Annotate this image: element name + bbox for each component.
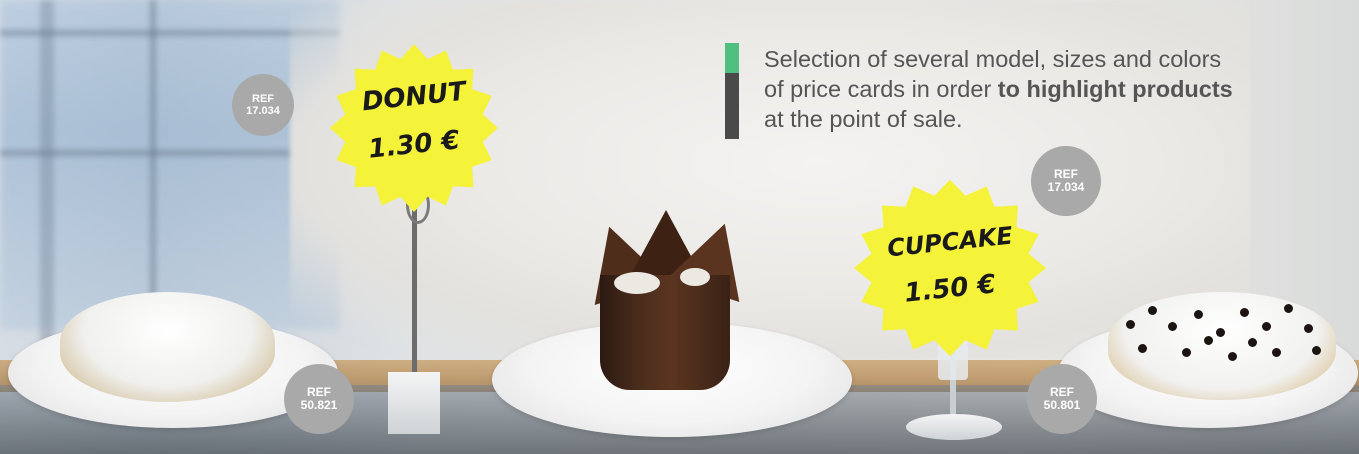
headline-line-3: at the point of sale. — [764, 106, 963, 132]
donut-plain — [60, 292, 275, 402]
ref-badge-code: 17.034 — [1047, 180, 1085, 194]
ref-badge: REF 50.821 — [284, 364, 354, 434]
headline-text: Selection of several model, sizes and co… — [764, 44, 1304, 134]
window-frame — [40, 0, 54, 360]
headline-line-2-text: of price cards in order — [764, 76, 998, 102]
cupcake — [600, 275, 730, 390]
product-banner: DONUT 1.30 € CUPCAKE 1.50 € REF 17.034 R… — [0, 0, 1359, 454]
donut-chocolate — [1108, 292, 1336, 400]
window-frame — [150, 0, 156, 330]
ref-badge-label: REF — [252, 93, 274, 105]
cupcake-cream — [680, 268, 710, 286]
ref-badge: REF 50.801 — [1027, 364, 1097, 434]
headline-line-1: Selection of several model, sizes and co… — [764, 46, 1222, 72]
card-holder-base — [906, 414, 1002, 440]
clip-stand-rod — [412, 200, 417, 378]
ref-badge-code: 50.821 — [300, 398, 338, 412]
price-card-cupcake: CUPCAKE 1.50 € — [852, 178, 1048, 358]
accent-bar — [725, 43, 739, 139]
headline-line-2: of price cards in order to highlight pro… — [764, 74, 1304, 104]
ref-badge: REF 17.034 — [1031, 146, 1101, 216]
accent-bar-gray — [725, 73, 739, 139]
ref-badge-code: 50.801 — [1043, 398, 1081, 412]
ref-badge-code: 17.034 — [246, 105, 280, 117]
accent-bar-green — [725, 43, 739, 73]
clip-stand-base — [388, 372, 440, 434]
price-card-donut: DONUT 1.30 € — [328, 42, 500, 214]
ref-badge: REF 17.034 — [232, 74, 294, 136]
headline-emphasis: to highlight products — [997, 76, 1233, 102]
cupcake-cream — [614, 272, 660, 294]
